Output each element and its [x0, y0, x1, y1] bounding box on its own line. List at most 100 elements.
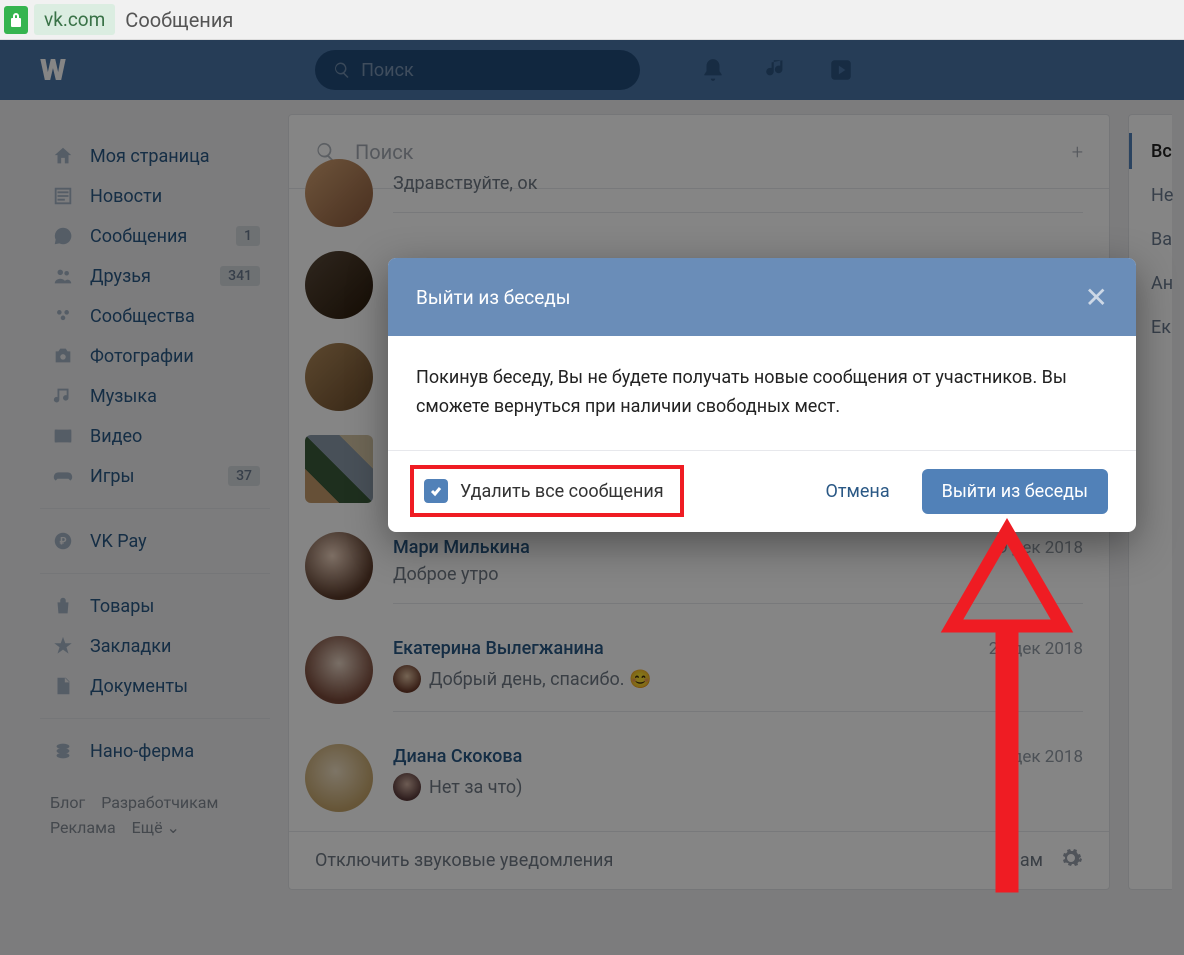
sidebar-item-label: Нано-ферма — [90, 741, 194, 762]
checkbox-label: Удалить все сообщения — [460, 481, 664, 502]
mini-avatar — [393, 773, 421, 801]
avatar — [305, 532, 373, 600]
message-icon — [50, 223, 76, 249]
right-tab[interactable]: Не — [1151, 173, 1172, 217]
bell-icon[interactable] — [700, 57, 726, 83]
gear-icon[interactable] — [1059, 846, 1083, 875]
conversation-name: Екатерина Вылегжанина — [393, 638, 604, 659]
vk-logo[interactable]: W — [40, 53, 65, 88]
music-icon[interactable] — [764, 57, 790, 83]
conversation-item[interactable]: Здравствуйте, ок — [289, 159, 1109, 239]
gamepad-icon — [50, 463, 76, 489]
sidebar-item-label: Сообщества — [90, 306, 195, 327]
conversation-item[interactable]: Диана Скокова 9 дек 2018 Нет за что) — [289, 724, 1109, 831]
spam-link[interactable]: Спам — [998, 850, 1043, 871]
cancel-button[interactable]: Отмена — [808, 471, 908, 512]
conversation-item[interactable]: Екатерина Вылегжанина 27 дек 2018 Добрый … — [289, 616, 1109, 724]
conversation-message: Добрый день, спасибо. 😊 — [393, 665, 1083, 693]
conversation-name: Мари Милькина — [393, 537, 530, 558]
sidebar-item-label: Сообщения — [90, 226, 187, 247]
new-conversation-button[interactable]: + — [1072, 140, 1083, 164]
checkbox-checked-icon — [424, 479, 448, 503]
sidebar-item-label: Закладки — [90, 636, 171, 657]
conversation-message: Здравствуйте, ок — [393, 173, 1083, 194]
sidebar-item-messages[interactable]: Сообщения 1 — [40, 216, 270, 256]
footer-link[interactable]: Ещё ⌄ — [132, 818, 180, 837]
sidebar-item-profile[interactable]: Моя страница — [40, 136, 270, 176]
bag-icon — [50, 593, 76, 619]
mini-avatar — [393, 665, 421, 693]
domain-text: vk.com — [34, 4, 115, 35]
badge: 37 — [228, 466, 260, 486]
sidebar-item-photos[interactable]: Фотографии — [40, 336, 270, 376]
sidebar-item-nanofarm[interactable]: Нано-ферма — [40, 731, 270, 771]
sidebar-item-label: Игры — [90, 466, 134, 487]
sidebar-item-communities[interactable]: Сообщества — [40, 296, 270, 336]
site-header: W Поиск — [0, 40, 1184, 100]
footer-link[interactable]: Реклама — [50, 818, 116, 837]
badge: 341 — [220, 266, 260, 286]
conversation-date: 9 дек 2018 — [998, 747, 1083, 767]
modal-body-text: Покинув беседу, Вы не будете получать но… — [388, 336, 1136, 450]
badge: 1 — [236, 226, 260, 246]
sidebar-item-label: Друзья — [90, 266, 151, 287]
sidebar-item-label: Фотографии — [90, 346, 194, 367]
close-icon[interactable]: ✕ — [1085, 281, 1108, 314]
camera-icon — [50, 343, 76, 369]
video-icon — [50, 423, 76, 449]
sidebar-item-label: Видео — [90, 426, 142, 447]
note-icon — [50, 383, 76, 409]
footer-link[interactable]: Разработчикам — [101, 793, 218, 812]
play-icon[interactable] — [828, 57, 854, 83]
sidebar-item-products[interactable]: Товары — [40, 586, 270, 626]
confirm-leave-button[interactable]: Выйти из беседы — [922, 469, 1108, 514]
avatar — [305, 636, 373, 704]
browser-address-bar: vk.com Сообщения — [0, 0, 1184, 40]
right-tab[interactable]: Ан — [1151, 261, 1172, 305]
friends-icon — [50, 263, 76, 289]
star-icon — [50, 633, 76, 659]
mute-notifications-link[interactable]: Отключить звуковые уведомления — [315, 850, 613, 871]
conversation-date: 27 дек 2018 — [989, 639, 1083, 659]
sidebar-item-video[interactable]: Видео — [40, 416, 270, 456]
sidebar-item-games[interactable]: Игры 37 — [40, 456, 270, 496]
right-tab[interactable]: Ва — [1151, 217, 1172, 261]
conversation-message: Доброе утро — [393, 564, 1083, 585]
avatar — [305, 159, 373, 227]
doc-icon — [50, 673, 76, 699]
lock-icon — [4, 6, 28, 34]
avatar — [305, 251, 373, 319]
conversation-date: 9 дек 2018 — [998, 538, 1083, 558]
modal-footer: Удалить все сообщения Отмена Выйти из бе… — [388, 450, 1136, 532]
conversation-name: Диана Скокова — [393, 746, 522, 767]
sidebar-item-friends[interactable]: Друзья 341 — [40, 256, 270, 296]
footer-links: Блог Разработчикам Реклама Ещё ⌄ — [40, 793, 270, 837]
sidebar-item-vkpay[interactable]: ₽ VK Pay — [40, 521, 270, 561]
header-search-placeholder: Поиск — [361, 60, 414, 81]
sidebar-item-music[interactable]: Музыка — [40, 376, 270, 416]
header-search[interactable]: Поиск — [315, 50, 640, 90]
modal-title: Выйти из беседы — [416, 286, 571, 309]
search-icon — [333, 61, 351, 79]
footer-link[interactable]: Блог — [50, 793, 85, 812]
conversation-message: Нет за что) — [393, 773, 1083, 801]
pay-icon: ₽ — [50, 528, 76, 554]
home-icon — [50, 143, 76, 169]
sidebar-item-label: Новости — [90, 186, 162, 207]
sidebar-item-label: VK Pay — [90, 531, 147, 552]
right-tab[interactable]: Вс — [1151, 129, 1172, 173]
svg-text:₽: ₽ — [59, 537, 66, 548]
delete-messages-checkbox-wrap[interactable]: Удалить все сообщения — [410, 465, 684, 517]
sidebar-item-label: Моя страница — [90, 146, 210, 167]
right-tab[interactable]: Ек — [1151, 305, 1172, 349]
group-icon — [50, 303, 76, 329]
conversations-footer: Отключить звуковые уведомления Спам — [289, 831, 1109, 889]
search-placeholder: Поиск — [355, 140, 414, 164]
sidebar-item-news[interactable]: Новости — [40, 176, 270, 216]
sidebar-item-label: Товары — [90, 596, 154, 617]
leave-chat-modal: Выйти из беседы ✕ Покинув беседу, Вы не … — [388, 258, 1136, 532]
page-title: Сообщения — [125, 8, 233, 32]
sidebar-item-docs[interactable]: Документы — [40, 666, 270, 706]
sidebar-item-bookmarks[interactable]: Закладки — [40, 626, 270, 666]
sidebar-item-label: Документы — [90, 676, 188, 697]
